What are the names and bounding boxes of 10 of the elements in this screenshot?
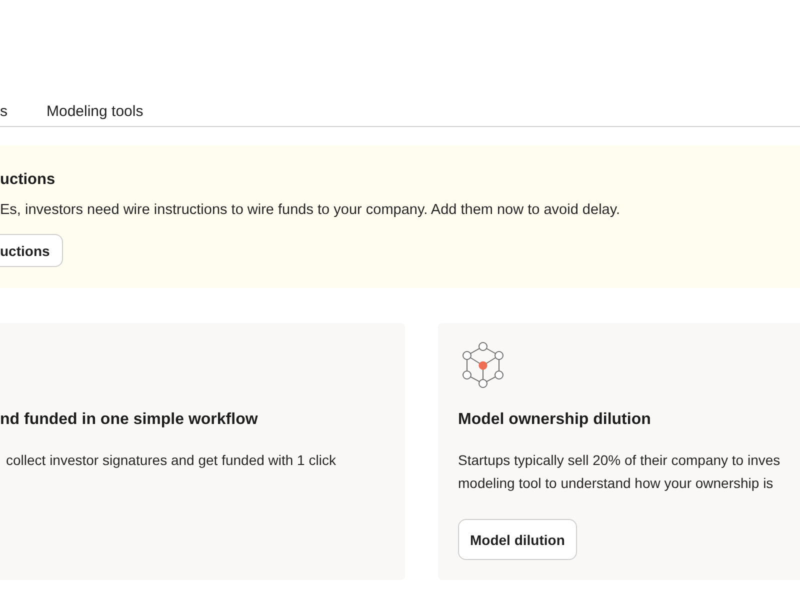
banner-text: Es, investors need wire instructions to wire funds to your company. Add them now to avoid delay. <box>0 201 622 220</box>
banner-button[interactable]: uctions <box>0 234 63 267</box>
card-title: Model ownership dilution <box>458 410 652 430</box>
card-description: Startups typically sell 20% of their company to inves modeling tool to understand how your ownership is <box>458 451 782 493</box>
card-description: collect investor signatures and get funded with 1 click <box>5 451 337 470</box>
tab[interactable]: Modeling tools <box>46 87 144 126</box>
tab[interactable]: s <box>0 87 8 126</box>
banner-title: uctions <box>0 170 56 190</box>
card-title: nd funded in one simple workflow <box>0 410 259 430</box>
model-dilution-button[interactable]: Model dilution <box>458 519 577 560</box>
